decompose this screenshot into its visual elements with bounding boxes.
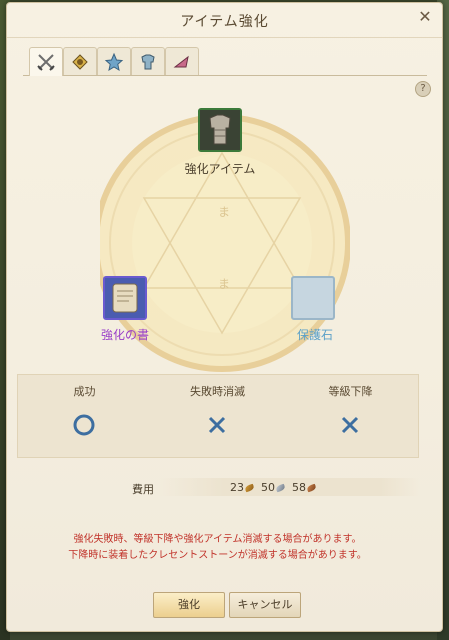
enhance-item-label: 強化アイテム [184, 162, 256, 176]
tab-bar [23, 47, 427, 76]
cancel-button[interactable]: キャンセル [229, 592, 301, 618]
tab-weapon[interactable] [29, 47, 63, 76]
success-ring-icon [73, 414, 95, 436]
silver-feather-icon [275, 483, 286, 493]
window-title: アイテム強化 [180, 14, 269, 30]
title-bar[interactable]: アイテム強化 ✕ [7, 3, 442, 38]
tab-costume[interactable] [165, 47, 199, 75]
scroll-icon [105, 278, 145, 318]
pendant-icon [72, 54, 88, 70]
result-label: 成功 [73, 385, 96, 398]
enhance-book-slot[interactable] [103, 276, 147, 320]
result-label: 失敗時消滅 [190, 385, 245, 398]
enhance-book-label: 強化の書 [100, 328, 149, 342]
star-icon [104, 52, 124, 72]
copper-feather-icon [306, 483, 317, 493]
result-downgrade: 等級下降 [284, 375, 417, 457]
close-icon[interactable]: ✕ [416, 8, 434, 26]
svg-text:ま: ま [218, 277, 230, 291]
result-success: 成功 [18, 375, 151, 457]
gold-cost: 23 [230, 481, 255, 494]
arrow-icon [173, 55, 189, 68]
cross-icon [341, 416, 359, 434]
svg-text:ま: ま [218, 205, 230, 219]
silver-cost: 50 [261, 481, 286, 494]
enhance-button[interactable]: 強化 [153, 592, 225, 618]
cost-bar [158, 478, 420, 496]
help-icon[interactable]: ? [415, 81, 431, 97]
silver-value: 50 [261, 481, 275, 494]
armor-item-icon [200, 110, 240, 150]
gold-feather-icon [244, 483, 255, 493]
result-panel: 成功 失敗時消滅 等級下降 [17, 374, 419, 458]
tab-accessory[interactable] [63, 47, 97, 75]
tab-armor[interactable] [131, 47, 165, 75]
protection-stone-slot[interactable] [291, 276, 335, 320]
result-label: 等級下降 [328, 385, 373, 398]
enhance-item-slot[interactable] [198, 108, 242, 152]
armor-icon [141, 54, 155, 70]
tab-star[interactable] [97, 47, 131, 75]
warning-text: 強化失敗時、等級下降や強化アイテム消滅する場合があります。 [73, 534, 362, 545]
warning-text: 下降時に装着したクレセントストーンが消滅する場合があります。 [68, 550, 367, 561]
cross-icon [208, 416, 226, 434]
copper-value: 58 [292, 481, 306, 494]
protection-stone-label: 保護石 [296, 328, 333, 342]
result-destroy: 失敗時消滅 [151, 375, 284, 457]
cost-label: 費用 [132, 483, 154, 496]
copper-cost: 58 [292, 481, 317, 494]
cost-row: 費用 23 50 58 [120, 478, 420, 498]
crossed-swords-icon [37, 54, 55, 71]
gold-value: 23 [230, 481, 244, 494]
